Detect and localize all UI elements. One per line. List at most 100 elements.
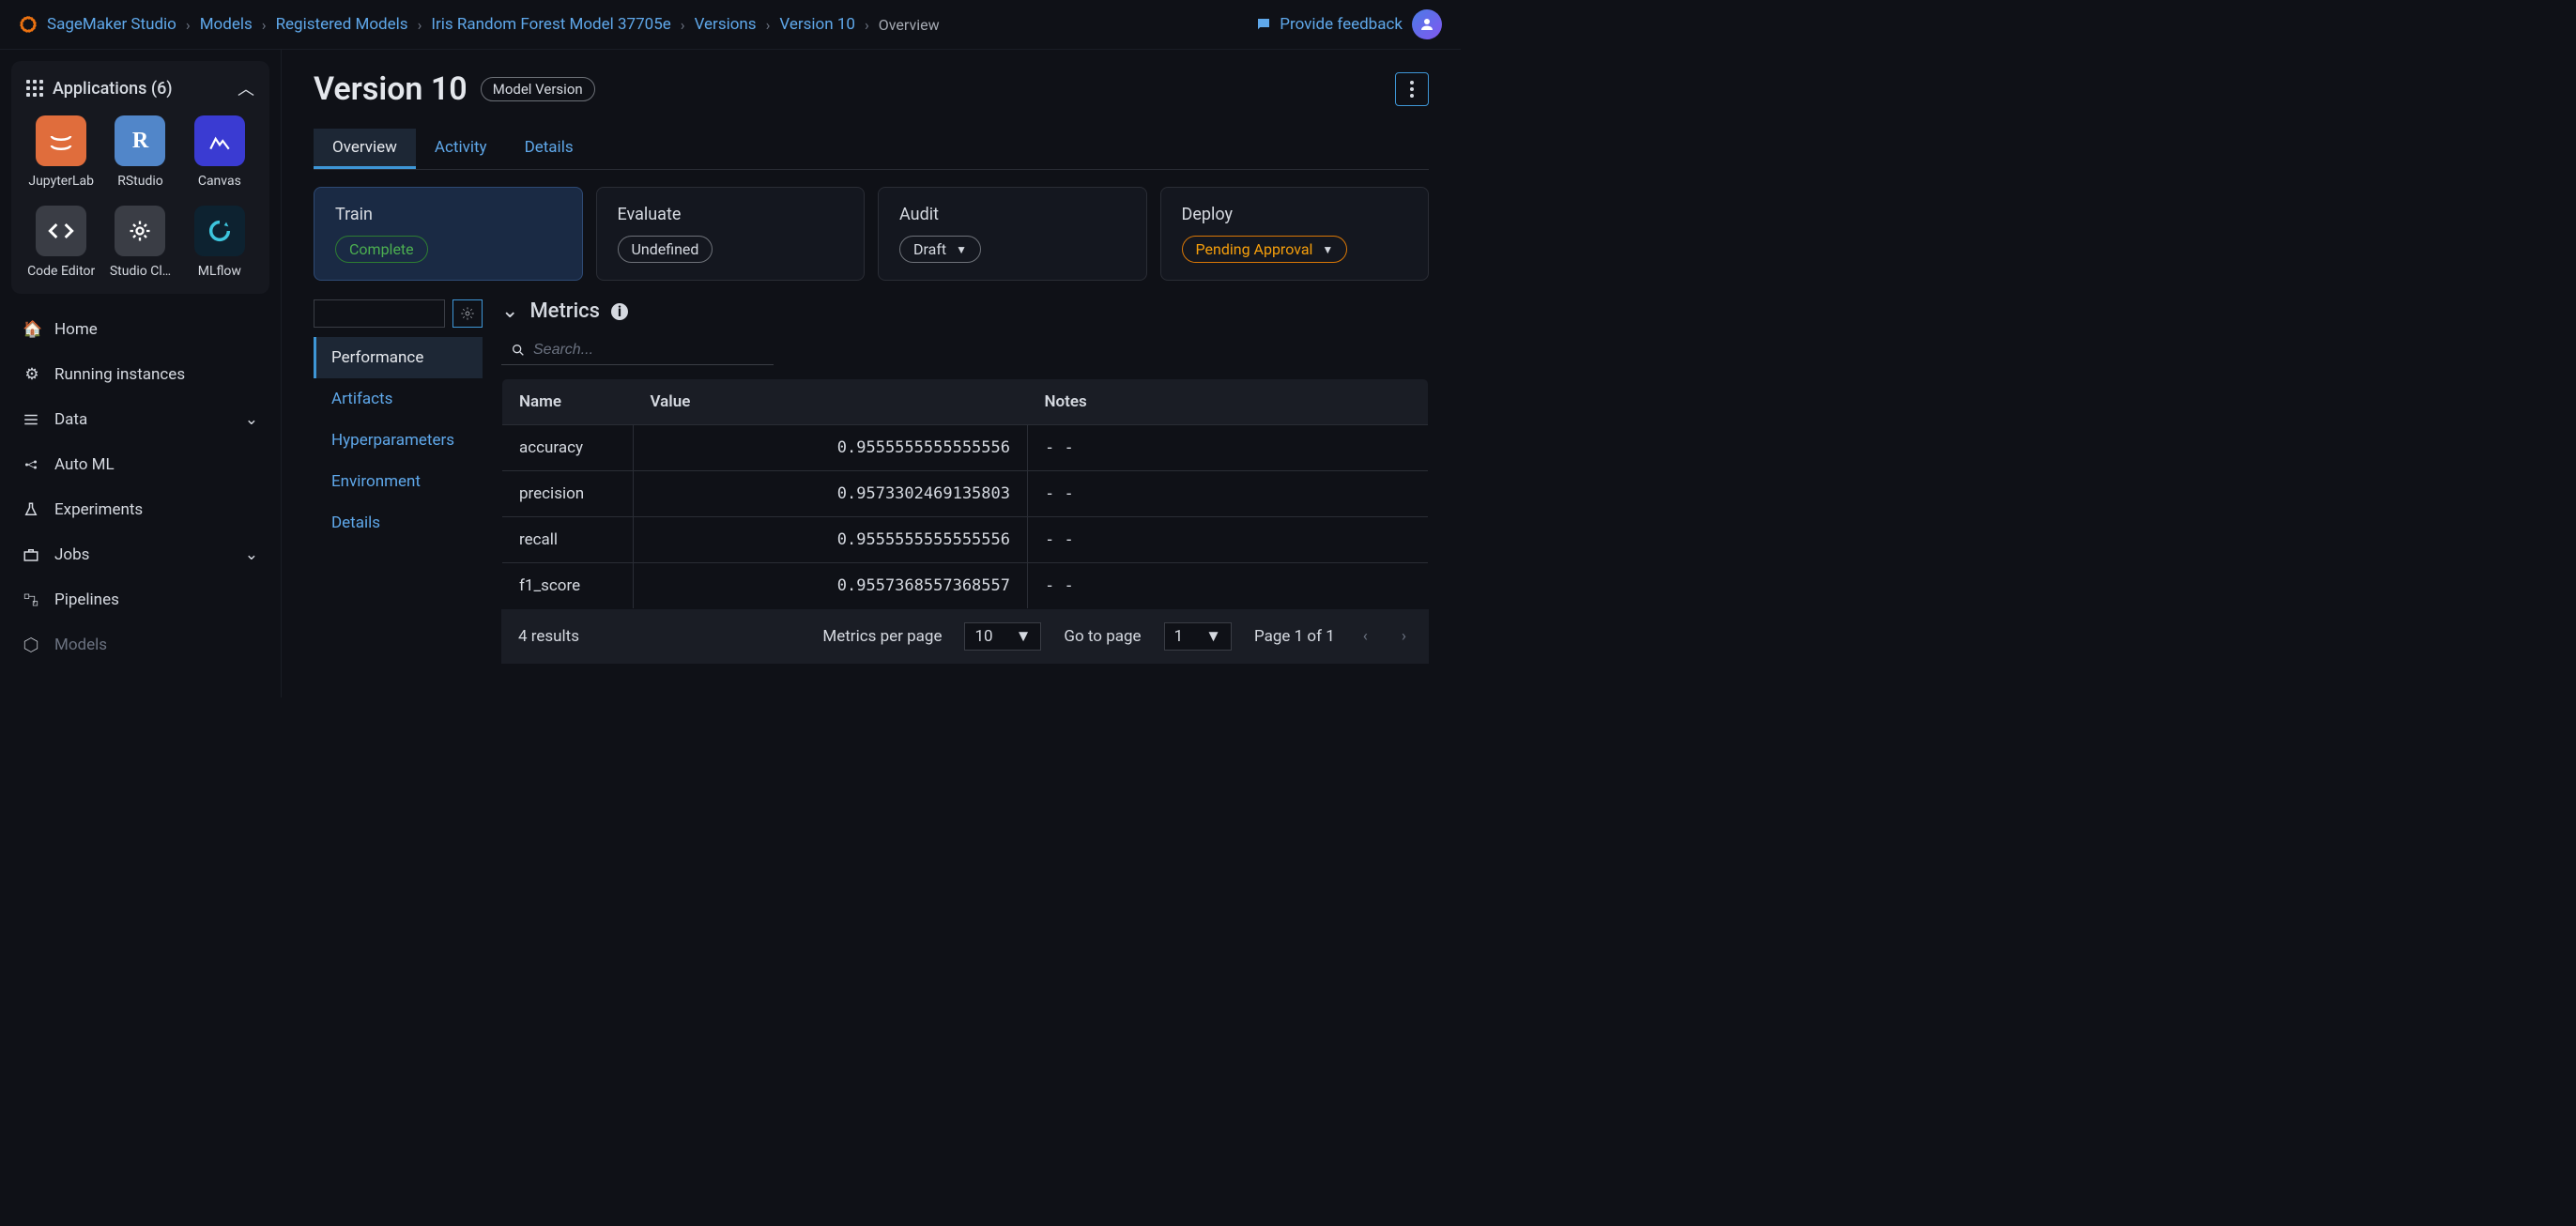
app-code-editor[interactable]: Code Editor xyxy=(26,206,96,279)
subnav-artifacts[interactable]: Artifacts xyxy=(316,378,483,420)
per-page-label: Metrics per page xyxy=(822,627,942,646)
chevron-right-icon: › xyxy=(186,16,191,34)
main-content: Version 10 Model Version Overview Activi… xyxy=(282,50,1461,697)
page-info: Page 1 of 1 xyxy=(1254,627,1335,646)
stage-audit[interactable]: Audit Draft▼ xyxy=(878,187,1147,281)
breadcrumb: SageMaker Studio › Models › Registered Mod… xyxy=(47,15,1246,34)
code-editor-icon xyxy=(36,206,86,256)
page-title: Version 10 xyxy=(314,70,468,108)
caret-down-icon: ▼ xyxy=(1016,627,1032,646)
goto-page-select[interactable]: 1▼ xyxy=(1164,622,1232,651)
stage-train[interactable]: Train Complete xyxy=(314,187,583,281)
prev-page-button[interactable]: ‹ xyxy=(1357,627,1373,646)
nav-running-instances[interactable]: ⚙Running instances xyxy=(11,354,269,395)
chevron-right-icon: › xyxy=(865,16,869,34)
goto-label: Go to page xyxy=(1064,627,1141,646)
breadcrumb-link[interactable]: Versions xyxy=(695,15,757,34)
app-studio-classic[interactable]: Studio Cl… xyxy=(105,206,175,279)
subnav-hyperparameters[interactable]: Hyperparameters xyxy=(316,420,483,461)
next-page-button[interactable]: › xyxy=(1396,627,1412,646)
model-version-badge: Model Version xyxy=(481,77,595,101)
app-mlflow[interactable]: MLflow xyxy=(185,206,254,279)
automl-icon xyxy=(23,456,41,473)
stage-deploy[interactable]: Deploy Pending Approval▼ xyxy=(1160,187,1430,281)
breadcrumb-link[interactable]: Iris Random Forest Model 37705e xyxy=(431,15,670,34)
metrics-title: Metrics xyxy=(529,299,600,323)
mlflow-icon xyxy=(194,206,245,256)
metrics-search[interactable] xyxy=(501,336,774,365)
avatar[interactable] xyxy=(1412,9,1442,39)
gear-icon: ⚙ xyxy=(23,365,41,384)
more-actions-button[interactable] xyxy=(1395,72,1429,106)
gear-icon xyxy=(460,306,475,321)
subnav-performance[interactable]: Performance xyxy=(314,337,483,378)
table-row: precision 0.9573302469135803 - - xyxy=(502,471,1429,517)
provide-feedback-link[interactable]: Provide feedback xyxy=(1255,15,1403,34)
nav-models[interactable]: Models xyxy=(11,624,269,666)
col-value[interactable]: Value xyxy=(634,379,1028,425)
chat-icon xyxy=(1255,16,1272,33)
flask-icon xyxy=(23,501,41,518)
chevron-right-icon: › xyxy=(418,16,422,34)
nav-experiments[interactable]: Experiments xyxy=(11,489,269,530)
subnav-details[interactable]: Details xyxy=(316,502,483,544)
aws-logo-icon xyxy=(19,15,38,34)
table-row: recall 0.9555555555555556 - - xyxy=(502,517,1429,563)
col-notes[interactable]: Notes xyxy=(1028,379,1429,425)
collapse-metrics-button[interactable]: ⌄ xyxy=(501,299,518,323)
chevron-down-icon: ⌄ xyxy=(245,410,258,429)
nav-jobs[interactable]: Jobs⌄ xyxy=(11,534,269,575)
pipeline-icon xyxy=(23,591,41,608)
cube-icon xyxy=(23,636,41,653)
sidebar: Applications (6) ︿ JupyterLab R RStudio … xyxy=(0,50,282,697)
nav-pipelines[interactable]: Pipelines xyxy=(11,579,269,621)
studio-classic-icon xyxy=(115,206,165,256)
col-name[interactable]: Name xyxy=(502,379,634,425)
briefcase-icon xyxy=(23,546,41,563)
status-dropdown[interactable]: Draft▼ xyxy=(899,236,981,263)
caret-down-icon: ▼ xyxy=(1322,243,1333,256)
nav-automl[interactable]: Auto ML xyxy=(11,444,269,485)
chevron-down-icon: ⌄ xyxy=(245,545,258,564)
search-icon xyxy=(511,343,526,358)
subnav-settings-button[interactable] xyxy=(452,299,483,328)
results-count: 4 results xyxy=(518,627,579,646)
breadcrumb-link[interactable]: SageMaker Studio xyxy=(47,15,176,34)
app-jupyterlab[interactable]: JupyterLab xyxy=(26,115,96,189)
subnav-search-input[interactable] xyxy=(314,299,445,328)
jupyterlab-icon xyxy=(36,115,86,166)
app-canvas[interactable]: Canvas xyxy=(185,115,254,189)
user-icon xyxy=(1418,16,1435,33)
caret-down-icon: ▼ xyxy=(1205,627,1221,646)
tab-activity[interactable]: Activity xyxy=(416,129,506,169)
nav-home[interactable]: 🏠Home xyxy=(11,309,269,350)
tab-overview[interactable]: Overview xyxy=(314,129,416,169)
applications-toggle[interactable]: Applications (6) ︿ xyxy=(26,76,254,100)
tabs: Overview Activity Details xyxy=(314,129,1429,170)
tab-details[interactable]: Details xyxy=(506,129,592,169)
apps-grid-icon xyxy=(26,80,43,97)
home-icon: 🏠 xyxy=(23,320,41,339)
nav-data[interactable]: Data⌄ xyxy=(11,399,269,440)
per-page-select[interactable]: 10▼ xyxy=(964,622,1041,651)
status-dropdown[interactable]: Pending Approval▼ xyxy=(1182,236,1348,263)
stage-evaluate[interactable]: Evaluate Undefined xyxy=(596,187,866,281)
subnav-environment[interactable]: Environment xyxy=(316,461,483,502)
status-badge: Undefined xyxy=(618,236,713,263)
breadcrumb-link[interactable]: Registered Models xyxy=(276,15,408,34)
app-rstudio[interactable]: R RStudio xyxy=(105,115,175,189)
search-input[interactable] xyxy=(533,342,764,359)
table-row: f1_score 0.9557368557368557 - - xyxy=(502,563,1429,609)
kebab-icon xyxy=(1410,81,1414,98)
info-icon[interactable]: i xyxy=(611,303,628,320)
canvas-icon xyxy=(194,115,245,166)
metrics-table: Name Value Notes accuracy 0.955555555555… xyxy=(501,378,1429,609)
chevron-up-icon: ︿ xyxy=(238,76,254,100)
table-row: accuracy 0.9555555555555556 - - xyxy=(502,425,1429,471)
stack-icon xyxy=(23,411,41,428)
breadcrumb-link[interactable]: Models xyxy=(200,15,253,34)
rstudio-icon: R xyxy=(115,115,165,166)
status-badge: Complete xyxy=(335,236,428,263)
breadcrumb-link[interactable]: Version 10 xyxy=(779,15,855,34)
caret-down-icon: ▼ xyxy=(956,243,967,256)
